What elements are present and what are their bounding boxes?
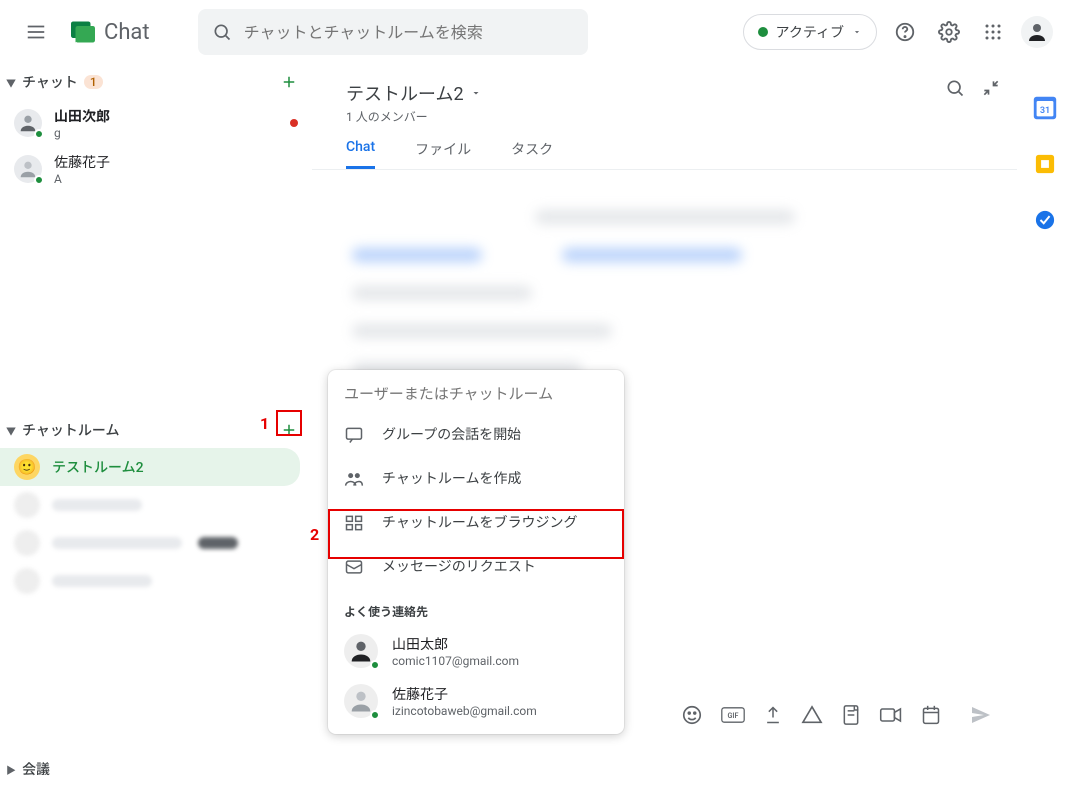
menu-icon[interactable] — [16, 12, 56, 52]
help-icon[interactable] — [885, 12, 925, 52]
presence-dot-icon — [370, 660, 380, 670]
menu-browse-rooms[interactable]: チャットルームをブラウジング — [328, 501, 624, 545]
room-subtitle: 1 人のメンバー — [346, 108, 997, 125]
contact-name: 佐藤花子 — [392, 684, 537, 704]
tab-chat[interactable]: Chat — [346, 139, 375, 169]
room-item-blurred — [0, 486, 312, 524]
svg-text:GIF: GIF — [728, 711, 739, 720]
dm-item[interactable]: 山田次郎 g — [0, 100, 312, 146]
status-selector[interactable]: アクティブ — [743, 14, 877, 50]
annotation-number-2: 2 — [310, 525, 319, 544]
section-header-meet[interactable]: ▶ 会議 — [0, 751, 312, 787]
document-icon[interactable] — [841, 704, 861, 726]
browse-icon — [344, 513, 364, 533]
avatar — [344, 684, 378, 718]
chevron-down-icon[interactable] — [470, 87, 482, 99]
status-label: アクティブ — [776, 22, 844, 42]
room-item-blurred — [0, 524, 312, 562]
app-logo: Chat — [68, 17, 150, 47]
search-input[interactable] — [244, 23, 574, 42]
popup-search[interactable] — [328, 370, 624, 413]
menu-label: チャットルームをブラウジング — [382, 514, 577, 533]
presence-dot-icon — [758, 27, 768, 37]
contact-email: izincotobaweb@gmail.com — [392, 704, 537, 718]
dm-snippet: g — [54, 126, 110, 140]
contact-item[interactable]: 山田太郎 comic1107@gmail.com — [328, 626, 624, 676]
calendar-icon[interactable] — [921, 704, 941, 726]
presence-dot-icon — [34, 175, 44, 185]
menu-label: グループの会話を開始 — [382, 426, 521, 445]
composer-toolbar: GIF — [681, 703, 993, 727]
dm-snippet: A — [54, 172, 110, 186]
upload-icon[interactable] — [763, 705, 783, 725]
tab-files[interactable]: ファイル — [415, 139, 471, 169]
contact-item[interactable]: 佐藤花子 izincotobaweb@gmail.com — [328, 676, 624, 726]
popup-search-input[interactable] — [344, 385, 608, 403]
add-room-button[interactable] — [276, 417, 302, 443]
collapse-triangle-icon: ▼ — [6, 75, 16, 90]
room-title: テストルーム2 — [346, 80, 464, 106]
menu-label: チャットルームを作成 — [382, 470, 521, 489]
app-name: Chat — [104, 20, 150, 45]
notification-dot-icon — [290, 119, 298, 127]
menu-start-group[interactable]: グループの会話を開始 — [328, 413, 624, 457]
send-icon[interactable] — [969, 703, 993, 727]
dm-item[interactable]: 佐藤花子 A — [0, 146, 312, 192]
gif-icon[interactable]: GIF — [721, 706, 745, 724]
room-name: テストルーム2 — [52, 457, 144, 477]
tasks-app-icon[interactable] — [1025, 200, 1065, 240]
avatar — [344, 634, 378, 668]
section-header-chat[interactable]: ▼ チャット 1 — [0, 64, 312, 100]
video-icon[interactable] — [879, 706, 903, 724]
room-emoji-icon: 🙂 — [14, 454, 40, 480]
section-title-rooms: チャットルーム — [22, 420, 119, 440]
menu-message-requests[interactable]: メッセージのリクエスト — [328, 545, 624, 589]
collapse-triangle-icon: ▼ — [6, 423, 16, 438]
search-icon — [212, 22, 232, 42]
avatar — [14, 109, 42, 137]
emoji-icon[interactable] — [681, 704, 703, 726]
menu-label: メッセージのリクエスト — [382, 558, 536, 577]
chevron-down-icon — [852, 27, 862, 37]
contact-name: 山田太郎 — [392, 634, 519, 654]
group-icon — [344, 469, 364, 489]
presence-dot-icon — [34, 129, 44, 139]
search-in-room-icon[interactable] — [945, 78, 965, 98]
search-box[interactable] — [198, 9, 588, 55]
add-chat-button[interactable] — [276, 69, 302, 95]
chat-logo-icon — [68, 17, 98, 47]
account-avatar[interactable] — [1017, 12, 1057, 52]
side-rail: 31 — [1017, 64, 1073, 787]
apps-grid-icon[interactable] — [973, 12, 1013, 52]
dm-name: 佐藤花子 — [54, 152, 110, 172]
section-title-meet: 会議 — [22, 759, 50, 779]
section-title-chat: チャット — [22, 72, 78, 92]
contact-email: comic1107@gmail.com — [392, 654, 519, 668]
settings-icon[interactable] — [929, 12, 969, 52]
chat-bubble-icon — [344, 425, 364, 445]
keep-app-icon[interactable] — [1025, 144, 1065, 184]
unread-badge: 1 — [84, 75, 103, 89]
presence-dot-icon — [370, 710, 380, 720]
room-tabs: Chat ファイル タスク — [312, 125, 1017, 170]
avatar — [14, 155, 42, 183]
expand-triangle-icon: ▶ — [6, 762, 16, 777]
new-chat-popup: グループの会話を開始 チャットルームを作成 チャットルームをブラウジング メッセ… — [328, 370, 624, 734]
menu-create-room[interactable]: チャットルームを作成 — [328, 457, 624, 501]
calendar-app-icon[interactable]: 31 — [1025, 88, 1065, 128]
tab-tasks[interactable]: タスク — [511, 139, 553, 169]
svg-text:31: 31 — [1040, 106, 1050, 116]
inbox-icon — [344, 557, 364, 577]
room-item[interactable]: 🙂 テストルーム2 — [0, 448, 300, 486]
header-bar: Chat アクティブ — [0, 0, 1073, 64]
person-icon — [1025, 20, 1049, 44]
drive-icon[interactable] — [801, 705, 823, 725]
frequent-contacts-label: よく使う連絡先 — [328, 589, 624, 626]
collapse-icon[interactable] — [981, 78, 1001, 98]
annotation-number-1: 1 — [260, 414, 269, 433]
dm-name: 山田次郎 — [54, 106, 110, 126]
room-item-blurred — [0, 562, 312, 600]
